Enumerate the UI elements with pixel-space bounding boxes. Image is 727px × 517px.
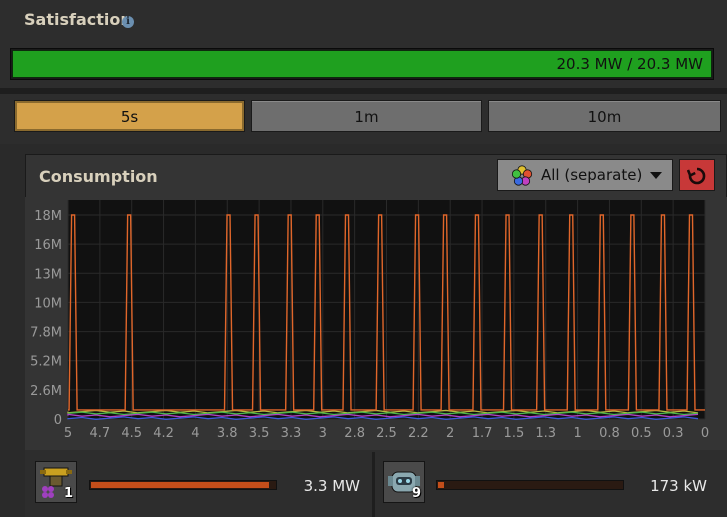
x-tick-label: 0 (701, 426, 709, 441)
machine-power-bar-2 (436, 480, 624, 490)
consumption-chart: 18M16M13M10M7.8M5.2M2.6M05 4.7 4.5 4.2 4 3.8 3… (25, 197, 727, 450)
machine-power-1: 3.3 MW (303, 477, 360, 495)
x-tick-label: 3 (319, 426, 327, 441)
tab-5s[interactable]: 5s (14, 100, 245, 132)
x-tick-label: 3.3 (281, 426, 302, 441)
y-tick-label: 0 (54, 413, 62, 428)
x-tick-label: 0.3 (663, 426, 684, 441)
y-tick-label: 5.2M (30, 355, 62, 370)
x-tick-label: 4 (191, 426, 199, 441)
machine-power-bar-1 (89, 480, 277, 490)
machine-power-fill-1 (91, 482, 270, 488)
x-tick-label: 3.5 (249, 426, 270, 441)
x-tick-label: 2.2 (408, 426, 429, 441)
info-icon[interactable]: i (122, 16, 134, 28)
y-tick-label: 13M (34, 267, 62, 282)
satisfaction-value: 20.3 MW / 20.3 MW (556, 55, 703, 73)
y-tick-label: 2.6M (30, 384, 62, 399)
consumption-title: Consumption (39, 167, 158, 186)
x-tick-label: 5 (64, 426, 72, 441)
x-tick-label: 1.7 (472, 426, 493, 441)
machine-power-2: 173 kW (650, 477, 707, 495)
x-tick-label: 0.8 (599, 426, 620, 441)
machine-slot-1[interactable]: 1 (35, 461, 77, 503)
y-tick-label: 16M (34, 238, 62, 253)
series-filter-label: All (separate) (541, 166, 643, 184)
color-wheel-icon (511, 165, 533, 186)
x-tick-label: 4.2 (153, 426, 174, 441)
machine-power-fill-2 (438, 482, 444, 488)
reset-icon (687, 167, 706, 185)
series-filter-dropdown[interactable]: All (separate) (497, 159, 673, 191)
y-tick-label: 10M (34, 296, 62, 311)
x-tick-label: 1.5 (504, 426, 525, 441)
machine-slot-2[interactable]: 9 (383, 461, 425, 503)
x-tick-label: 0.5 (631, 426, 652, 441)
x-tick-label: 1.3 (535, 426, 556, 441)
machine-count: 9 (411, 486, 421, 501)
x-tick-label: 2 (446, 426, 454, 441)
satisfaction-title: Satisfaction (24, 10, 132, 29)
x-tick-label: 4.7 (90, 426, 111, 441)
x-tick-label: 4.5 (121, 426, 142, 441)
y-tick-label: 18M (34, 209, 62, 224)
satisfaction-bar: 20.3 MW / 20.3 MW (10, 48, 714, 80)
chevron-down-icon (650, 172, 662, 179)
x-tick-label: 1 (573, 426, 581, 441)
x-tick-label: 2.5 (376, 426, 397, 441)
list-separator (372, 452, 375, 517)
reset-button[interactable] (679, 159, 715, 191)
x-tick-label: 3.8 (217, 426, 238, 441)
y-tick-label: 7.8M (30, 326, 62, 341)
tab-1m[interactable]: 1m (251, 100, 482, 132)
x-tick-label: 2.8 (344, 426, 365, 441)
tab-10m[interactable]: 10m (488, 100, 721, 132)
machine-count: 1 (63, 486, 73, 501)
